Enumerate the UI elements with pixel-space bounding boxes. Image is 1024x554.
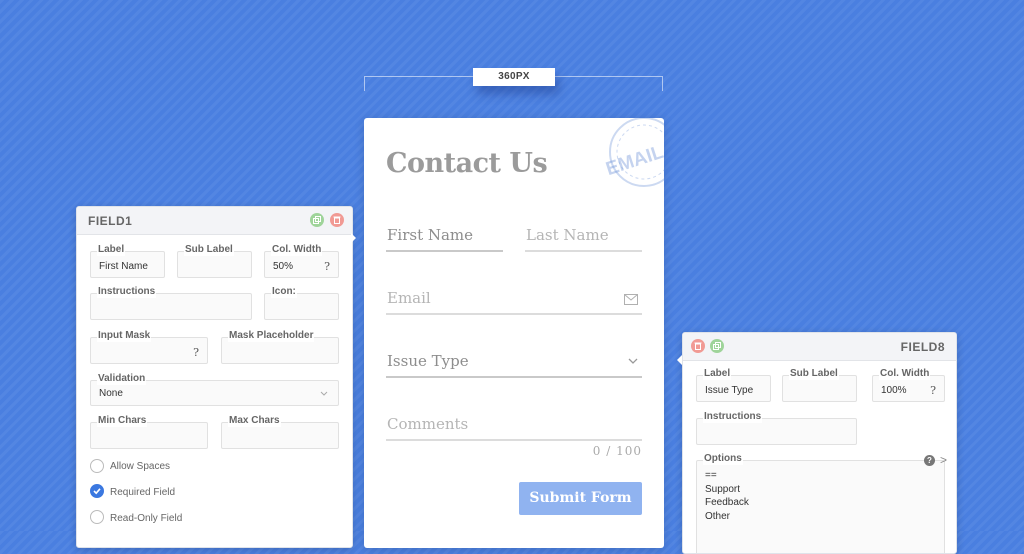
input-mask-input[interactable]: Input Mask ? [90, 330, 208, 364]
allow-spaces-label: Allow Spaces [110, 461, 171, 472]
sub-label-input[interactable]: Sub Label [177, 244, 252, 278]
last-name-underline [525, 250, 642, 252]
label-value: Issue Type [705, 385, 754, 396]
delete-icon[interactable] [691, 339, 705, 353]
expand-arrow-icon[interactable]: > [940, 453, 947, 467]
max-chars-legend: Max Chars [228, 415, 281, 427]
options-legend: Options [703, 453, 743, 465]
min-chars-input[interactable]: Min Chars [90, 415, 208, 449]
label-value: First Name [99, 261, 148, 272]
comments-placeholder: Comments [387, 415, 469, 433]
comments-underline [386, 439, 642, 441]
read-only-field-label: Read-Only Field [110, 513, 183, 524]
email-underline [386, 313, 642, 315]
email-stamp-icon: EMAIL [603, 118, 664, 187]
validation-legend: Validation [97, 373, 147, 385]
col-width-legend: Col. Width [879, 368, 931, 380]
max-chars-input[interactable]: Max Chars [221, 415, 339, 449]
last-name-field[interactable]: Last Name [525, 226, 642, 252]
instructions-legend: Instructions [97, 286, 157, 298]
option-item: Feedback [705, 497, 749, 508]
col-width-legend: Col. Width [271, 244, 323, 256]
email-placeholder: Email [387, 289, 431, 307]
delete-icon[interactable] [330, 213, 344, 227]
instructions-input[interactable]: Instructions [90, 286, 252, 320]
contact-form-preview: EMAIL Contact Us First Name Last Name Em… [364, 118, 664, 548]
sub-label-legend: Sub Label [789, 368, 839, 380]
allow-spaces-checkbox[interactable] [90, 459, 104, 473]
sub-label-input[interactable]: Sub Label [782, 368, 857, 402]
help-icon[interactable]: ? [324, 260, 330, 273]
options-help-icon[interactable]: ? [924, 455, 935, 466]
validation-value: None [99, 388, 123, 399]
chevron-down-icon [628, 358, 638, 364]
duplicate-icon[interactable] [310, 213, 324, 227]
issue-type-underline [386, 376, 642, 378]
width-ruler-label: 360PX [473, 68, 555, 86]
required-field-checkbox[interactable] [90, 484, 104, 498]
field8-panel-title: FIELD8 [900, 340, 945, 354]
email-field[interactable]: Email [386, 289, 642, 315]
required-field-label: Required Field [110, 487, 176, 498]
option-item: Other [705, 510, 731, 522]
field1-panel-title: FIELD1 [88, 214, 133, 228]
first-name-field[interactable]: First Name [386, 226, 503, 252]
option-item: == [705, 470, 717, 481]
icon-input[interactable]: Icon: [264, 286, 339, 320]
checkmark-icon [93, 488, 101, 495]
label-legend: Label [703, 368, 732, 380]
form-title: Contact Us [386, 148, 548, 179]
help-icon[interactable]: ? [193, 346, 199, 359]
label-input[interactable]: Label First Name [90, 244, 165, 278]
options-list: == Support Feedback Other [705, 469, 749, 523]
character-counter: 0 / 100 [592, 444, 642, 458]
col-width-value: 50% [273, 261, 294, 272]
submit-form-button[interactable]: Submit Form [519, 482, 642, 515]
instructions-input[interactable]: Instructions [696, 411, 857, 445]
field8-panel-header: FIELD8 [683, 333, 956, 361]
label-input[interactable]: Label Issue Type [696, 368, 771, 402]
chevron-down-icon [320, 391, 328, 396]
col-width-input[interactable]: Col. Width 50% ? [264, 244, 339, 278]
field8-pointer [677, 355, 682, 365]
stamp-text: EMAIL [603, 142, 664, 180]
issue-type-select[interactable]: Issue Type [386, 352, 642, 378]
label-legend: Label [97, 244, 126, 256]
first-name-placeholder: First Name [387, 226, 474, 244]
mask-placeholder-input[interactable]: Mask Placeholder [221, 330, 339, 364]
read-only-field-checkbox[interactable] [90, 510, 104, 524]
first-name-underline [386, 250, 503, 252]
field1-panel-header: FIELD1 [77, 207, 352, 235]
field1-settings-panel: FIELD1 Label First Name Sub Label Col. W… [76, 206, 353, 548]
issue-type-placeholder: Issue Type [387, 352, 469, 370]
validation-select[interactable]: Validation None [90, 373, 339, 406]
col-width-value: 100% [881, 385, 907, 396]
last-name-placeholder: Last Name [526, 226, 609, 244]
option-item: Support [705, 483, 741, 495]
field8-settings-panel: FIELD8 Label Issue Type Sub Label Col. W… [682, 332, 957, 554]
field1-pointer [351, 233, 356, 243]
instructions-legend: Instructions [703, 411, 763, 423]
col-width-input[interactable]: Col. Width 100% ? [872, 368, 945, 402]
sub-label-legend: Sub Label [184, 244, 234, 256]
help-icon[interactable]: ? [930, 384, 936, 397]
icon-legend: Icon: [271, 286, 297, 298]
mask-placeholder-legend: Mask Placeholder [228, 330, 315, 342]
min-chars-legend: Min Chars [97, 415, 148, 427]
input-mask-legend: Input Mask [97, 330, 152, 342]
comments-field[interactable]: Comments [386, 415, 642, 441]
options-textarea[interactable]: Options ? > == Support Feedback Other [696, 453, 947, 553]
envelope-icon [624, 294, 638, 305]
duplicate-icon[interactable] [710, 339, 724, 353]
